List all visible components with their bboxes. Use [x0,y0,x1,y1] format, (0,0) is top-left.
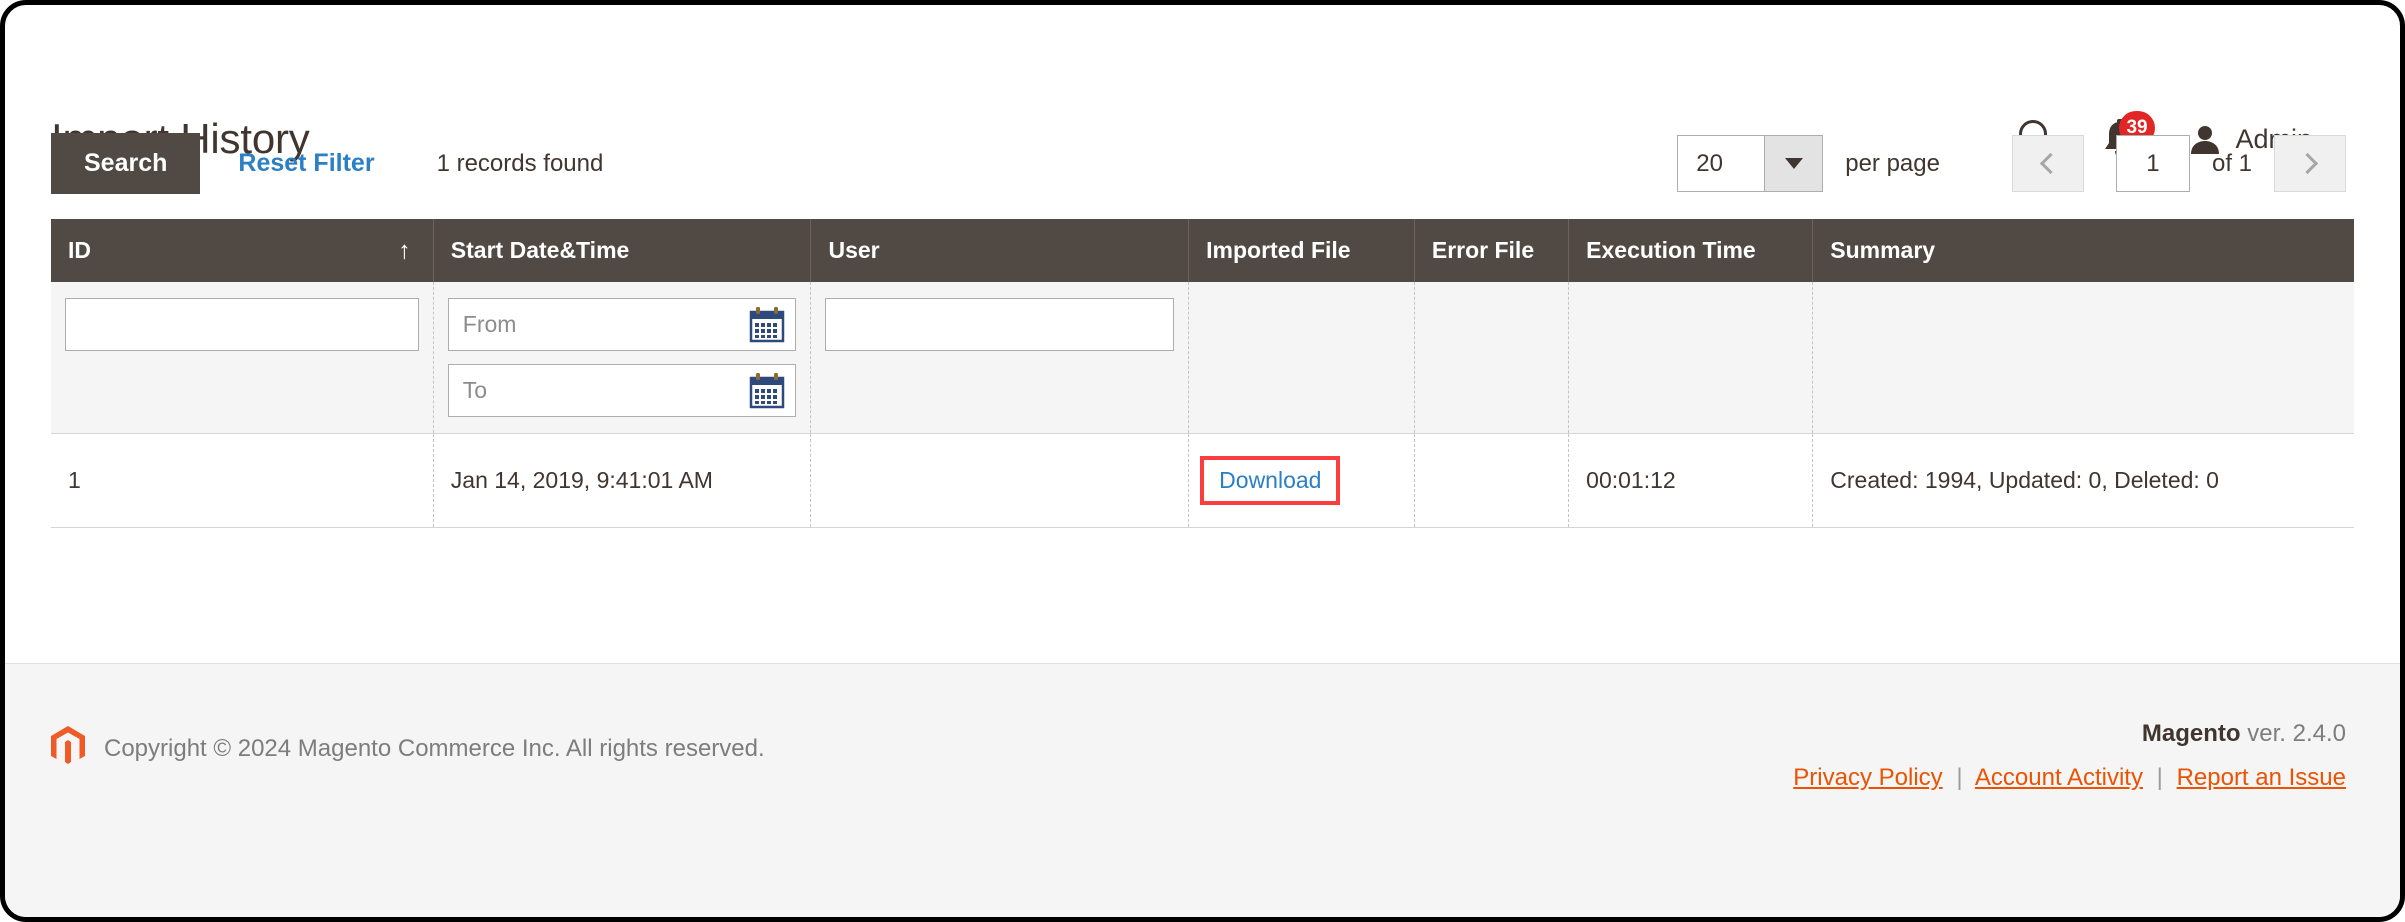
per-page-select[interactable]: 20 [1677,135,1824,192]
cell-user [810,433,1190,528]
column-header-imported-file[interactable]: Imported File [1188,219,1415,282]
page-number-input[interactable] [2115,135,2190,192]
link-separator: | [2156,764,2163,791]
next-page-button[interactable] [2274,135,2346,192]
cell-id: 1 [51,433,434,528]
privacy-policy-link[interactable]: Privacy Policy [1793,764,1942,791]
magento-logo-icon [51,726,85,771]
calendar-icon[interactable] [749,306,785,343]
table-row[interactable]: 1 Jan 14, 2019, 9:41:01 AM Download 00:0… [51,433,2354,528]
chevron-left-icon [2039,152,2062,175]
grid-container: ID ↑ Start Date&Time User Imported File … [5,219,2400,528]
filter-cell-start-datetime [433,282,812,434]
filter-date-to-field [447,364,797,417]
column-label: Summary [1830,237,1936,263]
magento-version: Magento ver. 2.4.0 [1793,720,2346,748]
column-header-start-datetime[interactable]: Start Date&Time [433,219,812,282]
filter-id-input[interactable] [65,298,419,351]
import-history-grid: ID ↑ Start Date&Time User Imported File … [51,219,2354,528]
column-label: Execution Time [1586,237,1756,263]
chevron-right-icon [2296,152,2319,175]
grid-filter-row [51,282,2354,434]
cell-execution-time: 00:01:12 [1568,433,1814,528]
download-link[interactable]: Download [1219,467,1321,493]
previous-page-button[interactable] [2011,135,2084,192]
filter-user-input[interactable] [825,298,1175,351]
filter-date-from-field [447,298,797,351]
app-window: Import History 39 [0,0,2405,922]
grid-toolbar: Search Reset Filter 1 records found 20 p… [5,133,2400,219]
column-label: ID [68,237,91,263]
filter-cell-id [51,282,434,434]
column-label: Imported File [1206,237,1351,263]
column-header-user[interactable]: User [810,219,1190,282]
footer-copyright-group: Copyright © 2024 Magento Commerce Inc. A… [51,726,765,771]
filter-cell-user [810,282,1190,434]
grid-header-row: ID ↑ Start Date&Time User Imported File … [51,219,2354,282]
filter-cell-execution-time [1568,282,1814,434]
link-separator: | [1956,764,1963,791]
filter-cell-imported-file [1188,282,1415,434]
download-highlight-box: Download [1200,456,1341,505]
sort-ascending-icon: ↑ [398,236,411,264]
cell-summary: Created: 1994, Updated: 0, Deleted: 0 [1812,433,2354,528]
records-found-label: 1 records found [436,149,604,177]
filter-date-to-input[interactable] [447,364,797,417]
column-label: Error File [1431,237,1535,263]
per-page-value: 20 [1696,149,1723,177]
column-header-execution-time[interactable]: Execution Time [1568,219,1814,282]
per-page-label: per page [1845,149,1940,177]
copyright-text: Copyright © 2024 Magento Commerce Inc. A… [104,734,765,762]
filter-date-from-input[interactable] [447,298,797,351]
total-pages-label: of 1 [2211,149,2252,177]
report-an-issue-link[interactable]: Report an Issue [2177,764,2346,791]
pager-group: 20 per page of 1 [1677,135,2346,192]
column-label: Start Date&Time [450,237,630,263]
toolbar-left-group: Search Reset Filter 1 records found [51,133,603,194]
chevron-down-icon[interactable] [1764,136,1823,191]
page-footer: Copyright © 2024 Magento Commerce Inc. A… [5,663,2400,917]
cell-imported-file: Download [1188,433,1415,528]
footer-links-group: Magento ver. 2.4.0 Privacy Policy | Acco… [1793,720,2346,792]
account-activity-link[interactable]: Account Activity [1975,764,2143,791]
reset-filter-link[interactable]: Reset Filter [238,149,374,178]
cell-error-file [1414,433,1570,528]
version-text: ver. 2.4.0 [2240,720,2346,747]
column-header-summary[interactable]: Summary [1812,219,2354,282]
magento-brand: Magento [2141,720,2241,747]
column-header-id[interactable]: ID ↑ [51,219,434,282]
cell-start-datetime: Jan 14, 2019, 9:41:01 AM [433,433,812,528]
filter-cell-error-file [1414,282,1570,434]
filter-cell-summary [1812,282,2354,434]
calendar-icon[interactable] [749,372,785,409]
search-button[interactable]: Search [51,133,201,194]
page-header: Import History 39 [5,5,2400,162]
column-label: User [828,237,880,263]
footer-links: Privacy Policy | Account Activity | Repo… [1793,764,2346,792]
column-header-error-file[interactable]: Error File [1414,219,1570,282]
